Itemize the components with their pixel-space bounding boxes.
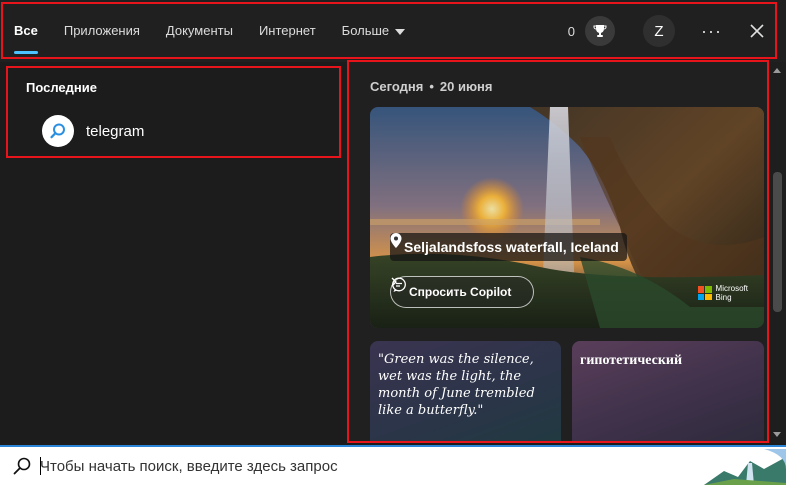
tab-documents-label: Документы [165, 23, 233, 38]
separator-dot: • [429, 79, 434, 94]
today-date: 20 июня [439, 79, 493, 94]
trophy-icon[interactable] [585, 16, 616, 46]
bing-brand-text: Microsoft Bing [716, 284, 748, 302]
recent-section-title: Последние [26, 80, 97, 95]
tab-apps-label: Приложения [63, 23, 140, 38]
hero-image-card[interactable]: Seljalandsfoss waterfall, Iceland Спроси… [370, 107, 764, 328]
text-cursor [40, 457, 41, 475]
scroll-up-arrow-icon[interactable] [773, 68, 781, 73]
today-panel: Сегодня • 20 июня Seljalandsfoss waterfa… [350, 62, 768, 443]
ask-copilot-button[interactable]: Спросить Copilot [390, 276, 535, 308]
tab-more[interactable]: Больше [342, 0, 406, 62]
search-icon [12, 456, 32, 481]
word-of-day-card[interactable]: гипотетический [572, 341, 764, 443]
close-icon[interactable] [748, 22, 766, 40]
tab-apps[interactable]: Приложения [64, 0, 140, 62]
quote-card[interactable]: "Green was the silence, wet was the ligh… [370, 341, 561, 443]
microsoft-bing-logo: Microsoft Bing [697, 284, 748, 302]
microsoft-logo-icon [697, 286, 712, 300]
location-chip[interactable]: Seljalandsfoss waterfall, Iceland [390, 233, 627, 261]
tab-more-label: Больше [341, 23, 390, 38]
brand-line-2: Bing [715, 293, 732, 302]
today-label: Сегодня [370, 79, 424, 94]
scrollbar-thumb[interactable] [773, 172, 782, 312]
search-top-bar: Все Приложения Документы Интернет Больше… [0, 0, 786, 62]
search-highlight-thumbnail[interactable] [704, 449, 786, 485]
top-right-controls: 0 Z ··· [568, 0, 766, 62]
recent-item-telegram[interactable]: telegram [42, 115, 144, 147]
filter-tabs: Все Приложения Документы Интернет Больше [14, 0, 431, 62]
tab-documents[interactable]: Документы [166, 0, 233, 62]
recent-item-label: telegram [86, 122, 145, 140]
taskbar-search-box[interactable] [0, 445, 786, 485]
more-options-button[interactable]: ··· [701, 22, 722, 40]
tab-all[interactable]: Все [14, 0, 38, 62]
search-input[interactable] [40, 453, 660, 479]
tab-web[interactable]: Интернет [259, 0, 316, 62]
brand-line-1: Microsoft [715, 284, 748, 293]
tab-all-label: Все [14, 23, 38, 38]
chevron-down-icon [395, 28, 406, 35]
rewards-points[interactable]: 0 [568, 24, 575, 39]
location-label: Seljalandsfoss waterfall, Iceland [404, 239, 619, 255]
tab-web-label: Интернет [258, 23, 316, 38]
search-icon [42, 115, 74, 147]
ask-copilot-label: Спросить Copilot [409, 285, 512, 299]
today-date-row: Сегодня • 20 июня [370, 79, 493, 94]
right-pane-scrollbar[interactable] [769, 62, 786, 443]
word-of-day-text: гипотетический [580, 353, 683, 368]
quote-text: "Green was the silence, wet was the ligh… [378, 352, 535, 418]
scroll-down-arrow-icon[interactable] [773, 432, 781, 437]
account-avatar[interactable]: Z [643, 15, 676, 47]
